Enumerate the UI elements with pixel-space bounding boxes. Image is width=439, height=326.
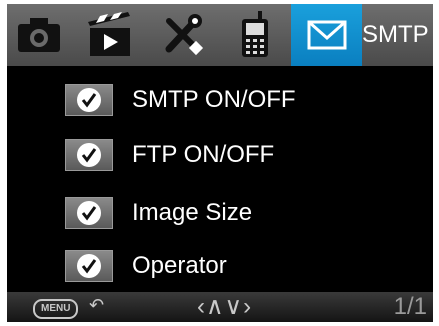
checkmark-icon — [77, 254, 101, 278]
menu-item-image-size[interactable]: Image Size — [7, 193, 433, 233]
tools-icon — [165, 14, 204, 56]
menu-item-label: FTP ON/OFF — [132, 141, 275, 168]
tab-camera[interactable] — [7, 4, 71, 66]
checkbox[interactable] — [65, 139, 113, 171]
menu-item-label: Operator — [132, 252, 227, 279]
page-indicator: 1/1 — [393, 293, 427, 320]
menu-item-label: SMTP ON/OFF — [132, 86, 296, 113]
checkbox[interactable] — [65, 197, 113, 229]
checkbox[interactable] — [65, 84, 113, 116]
menu-item-smtp[interactable]: SMTP ON/OFF — [7, 80, 433, 120]
camera-menu-screen: SMTP SMTP ON/OFF FTP ON/OFF Image Size O… — [7, 4, 433, 322]
tab-settings[interactable] — [151, 4, 215, 66]
back-arrow-icon[interactable]: ↶ — [89, 295, 104, 316]
menu-button[interactable]: MENU — [33, 299, 79, 319]
menu-item-operator[interactable]: Operator — [7, 246, 433, 286]
checkmark-icon — [77, 143, 101, 167]
tab-video[interactable] — [79, 4, 143, 66]
bottom-bar: MENU ↶ ‹∧∨› 1/1 — [7, 292, 433, 322]
cellular-phone-icon — [242, 11, 268, 57]
menu-item-label: Image Size — [132, 199, 253, 226]
video-icon — [88, 12, 130, 56]
tab-cellular[interactable] — [223, 4, 287, 66]
checkmark-icon — [77, 201, 101, 225]
active-tab-title: SMTP — [362, 21, 429, 48]
camera-icon — [18, 18, 60, 52]
menu-item-ftp[interactable]: FTP ON/OFF — [7, 135, 433, 175]
tab-bar: SMTP — [7, 4, 433, 66]
checkmark-icon — [77, 88, 101, 112]
checkbox[interactable] — [65, 250, 113, 282]
navigation-arrows[interactable]: ‹∧∨› — [197, 292, 252, 322]
mail-icon — [307, 20, 346, 50]
menu-list: SMTP ON/OFF FTP ON/OFF Image Size Operat… — [7, 66, 433, 292]
tab-smtp[interactable] — [291, 4, 362, 66]
